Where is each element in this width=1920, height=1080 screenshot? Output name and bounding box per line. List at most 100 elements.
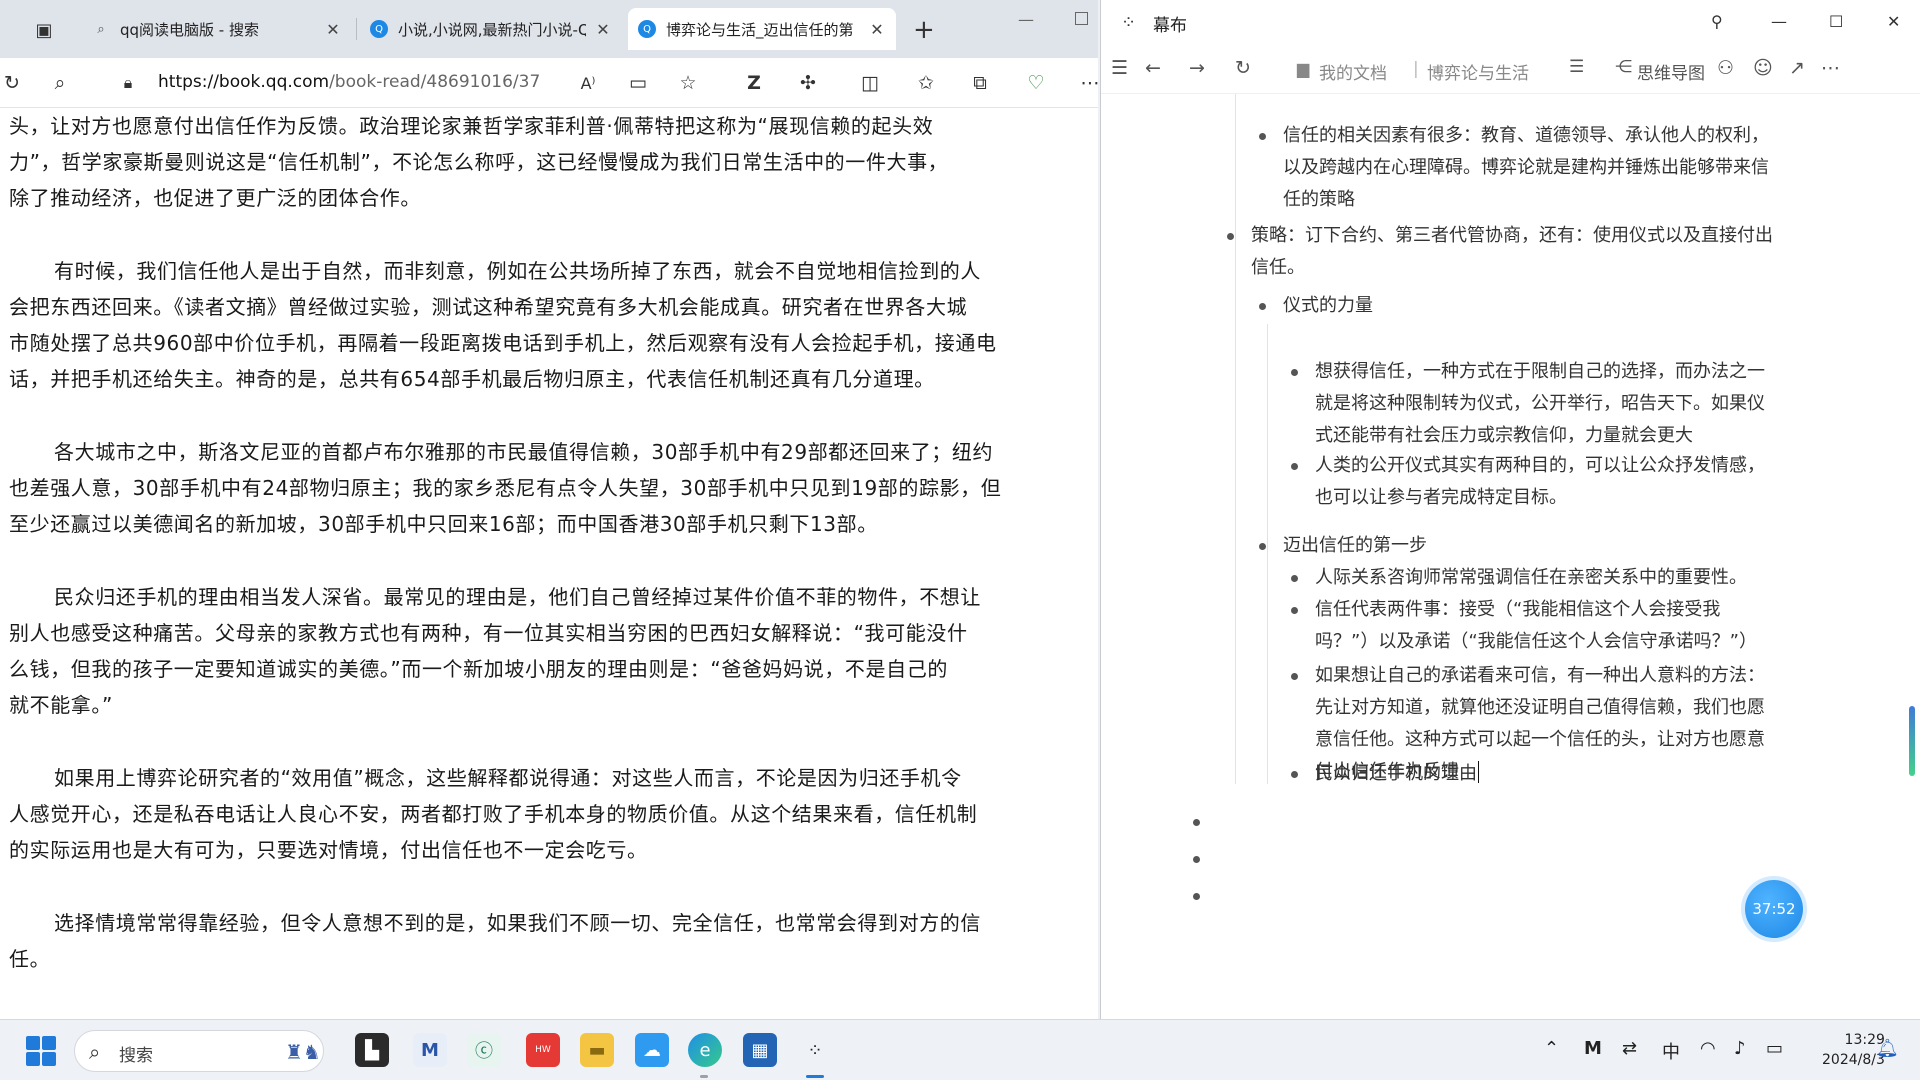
refresh-icon[interactable]: ↻ xyxy=(1235,57,1251,79)
more-menu-icon[interactable]: ⋯ xyxy=(1078,71,1099,95)
pomodoro-timer[interactable]: 37:52 xyxy=(1745,880,1803,938)
reader-text-line: 各大城市之中，斯洛文尼亚的首都卢布尔雅那的市民最值得信赖，30部手机中有29部都… xyxy=(54,440,994,464)
mubu-taskbar-icon[interactable]: ⁘ xyxy=(798,1033,832,1067)
outline-empty-bullet[interactable] xyxy=(1193,819,1200,826)
outline-item-text[interactable]: 信任代表两件事：接受（“我能相信这个人会接受我 xyxy=(1315,594,1720,626)
app-cloud-icon[interactable]: ☁ xyxy=(635,1033,669,1067)
outline-item-text[interactable]: 信任。 xyxy=(1251,252,1305,284)
close-icon[interactable]: ✕ xyxy=(1887,12,1900,31)
refresh-icon[interactable]: ↻ xyxy=(0,71,24,95)
lock-icon[interactable]: 🔒︎ xyxy=(116,71,140,95)
notification-bell-icon[interactable]: 🔔︎ xyxy=(1876,1038,1899,1059)
ime-indicator[interactable]: 中 xyxy=(1662,1038,1680,1064)
tab-search[interactable]: ⌕ qq阅读电脑版 - 搜索 ✕ xyxy=(82,8,352,50)
outline-bullet[interactable] xyxy=(1291,575,1298,582)
outline-bullet[interactable] xyxy=(1291,771,1298,778)
file-explorer-icon[interactable]: ▬ xyxy=(580,1033,614,1067)
favorites-icon[interactable]: ✩ xyxy=(914,71,938,95)
outline-bullet[interactable] xyxy=(1259,543,1266,550)
minimize-icon[interactable]: — xyxy=(1771,12,1787,31)
scrollbar-thumb[interactable] xyxy=(1909,706,1915,776)
close-icon[interactable]: ✕ xyxy=(594,20,612,39)
outline-item-text[interactable]: 如果想让自己的承诺看来可信，有一种出人意料的方法： xyxy=(1315,660,1765,692)
taskbar: ⌕ 搜索 ♜♞ ▙ M ⓒ HW ▬ ☁ e ▦ ⁘ ⌃ M ⇄ 中 ◠ ♪ ▭… xyxy=(0,1019,1920,1080)
outline-bullet[interactable] xyxy=(1291,463,1298,470)
collaborate-icon[interactable]: ⚇ xyxy=(1717,57,1734,79)
close-icon[interactable]: ✕ xyxy=(868,20,886,39)
outline-item-text[interactable]: 就是将这种限制转为仪式，公开举行，昭告天下。如果仪 xyxy=(1315,388,1765,420)
outline-item-text[interactable]: 想获得信任，一种方式在于限制自己的选择，而办法之一 xyxy=(1315,356,1765,388)
outline-bullet[interactable] xyxy=(1291,607,1298,614)
mindmap-button[interactable]: 思维导图 xyxy=(1637,59,1705,84)
forward-arrow-icon[interactable]: → xyxy=(1189,57,1205,79)
outline-item-text[interactable]: 式还能带有社会压力或宗教信仰，力量就会更大 xyxy=(1315,420,1693,452)
outline-empty-bullet[interactable] xyxy=(1193,893,1200,900)
breadcrumb-doc[interactable]: 博弈论与生活 xyxy=(1427,59,1529,84)
outline-item-text[interactable]: 信任的相关因素有很多：教育、道德领导、承认他人的权利， xyxy=(1283,120,1769,152)
outline-bullet[interactable] xyxy=(1227,233,1234,240)
tray-sync-icon[interactable]: ⇄ xyxy=(1622,1038,1637,1059)
search-icon[interactable]: ⌕ xyxy=(48,71,72,95)
taskbar-search-box[interactable]: ⌕ 搜索 ♜♞ xyxy=(74,1030,324,1072)
back-arrow-icon[interactable]: ← xyxy=(1145,57,1161,79)
outline-item-text[interactable]: 吗？”）以及承诺（“我能信任这个人会信守承诺吗？”） xyxy=(1315,626,1757,658)
outline-format-icon[interactable]: ☰ xyxy=(1569,57,1584,77)
outline-item-text[interactable]: 先让对方知道，就算他还没证明自己值得信赖，我们也愿 xyxy=(1315,692,1765,724)
address-bar[interactable]: https://book.qq.com/book-read/48691016/3… xyxy=(158,72,540,92)
app-m-icon[interactable]: M xyxy=(413,1033,447,1067)
outline-item-text[interactable]: 也可以让参与者完成特定目标。 xyxy=(1315,482,1567,514)
extensions-icon[interactable]: ✣ xyxy=(796,71,820,95)
outline-bullet[interactable] xyxy=(1259,303,1266,310)
url-host: https://book.qq.com xyxy=(158,72,330,92)
minimize-icon[interactable]: — xyxy=(1018,10,1034,29)
mindmap-icon[interactable]: ⋲ xyxy=(1615,57,1632,77)
read-aloud-icon[interactable]: A⁾ xyxy=(576,71,600,95)
reader-text-line: 的实际运用也是大有可为，只要选对情境，付出信任也不一定会吃亏。 xyxy=(9,838,648,862)
collections-icon[interactable]: ⧉ xyxy=(968,71,992,95)
close-icon[interactable]: ✕ xyxy=(324,20,342,39)
outline-item-text[interactable]: 任的策略 xyxy=(1283,184,1355,216)
maximize-icon[interactable]: ☐ xyxy=(1829,12,1843,31)
outline-item-text[interactable]: 迈出信任的第一步 xyxy=(1283,530,1427,562)
tab-novel-site[interactable]: Q 小说,小说网,最新热门小说-Q ✕ xyxy=(360,8,622,50)
new-tab-icon[interactable]: + xyxy=(913,15,935,45)
pin-icon[interactable]: ⚲ xyxy=(1711,12,1723,31)
maximize-icon[interactable] xyxy=(1075,12,1088,25)
outline-item-text[interactable]: 以及跨越内在心理障碍。博弈论就是建构并锤炼出能够带来信 xyxy=(1283,152,1769,184)
more-menu-icon[interactable]: ⋯ xyxy=(1821,57,1840,79)
wifi-icon[interactable]: ◠ xyxy=(1700,1038,1716,1059)
outline-bullet[interactable] xyxy=(1291,673,1298,680)
outline-item-text[interactable]: 意信任他。这种方式可以起一个信任的头，让对方也愿意 xyxy=(1315,724,1765,756)
volume-icon[interactable]: ♪ xyxy=(1734,1038,1746,1059)
extension-z-icon[interactable]: Z xyxy=(742,71,766,95)
breadcrumb-root[interactable]: 我的文档 xyxy=(1319,59,1387,84)
app-terminal-icon[interactable]: ▙ xyxy=(355,1033,389,1067)
reader-text-line: 民众归还手机的理由相当发人深省。最常见的理由是，他们自己曾经掉过某件价值不菲的物… xyxy=(54,585,981,609)
microsoft-store-icon[interactable]: ▦ xyxy=(743,1033,777,1067)
favorite-star-icon[interactable]: ☆ xyxy=(676,71,700,95)
outline-bullet[interactable] xyxy=(1259,133,1266,140)
edge-browser-icon[interactable]: e xyxy=(688,1033,722,1067)
app-huawei-icon[interactable]: HW xyxy=(526,1033,560,1067)
app-browser-shield-icon[interactable]: ⓒ xyxy=(467,1033,501,1067)
show-hidden-icons-icon[interactable]: ⌃ xyxy=(1544,1038,1559,1059)
outline-bullet[interactable] xyxy=(1291,369,1298,376)
outline-item-text[interactable]: 仪式的力量 xyxy=(1283,290,1373,322)
windows-start-icon[interactable] xyxy=(26,1036,56,1066)
immersive-reader-icon[interactable]: ▭ xyxy=(626,71,650,95)
outline-item-text[interactable]: 策略：订下合约、第三者代管协商，还有：使用仪式以及直接付出 xyxy=(1251,220,1773,252)
tab-actions-icon[interactable]: ▣ xyxy=(30,16,58,44)
outline-empty-bullet[interactable] xyxy=(1193,856,1200,863)
browser-essentials-icon[interactable]: ♡ xyxy=(1024,71,1048,95)
mubu-logo-icon: ⁘ xyxy=(1121,12,1137,33)
split-screen-icon[interactable]: ◫ xyxy=(858,71,882,95)
export-icon[interactable]: ↗ xyxy=(1789,57,1805,79)
tray-m-icon[interactable]: M xyxy=(1584,1038,1602,1059)
outline-item-text[interactable]: 民众归还手机的理由 xyxy=(1315,758,1479,790)
tab-current-book[interactable]: Q 博弈论与生活_迈出信任的第 ✕ xyxy=(628,8,896,50)
battery-icon[interactable]: ▭ xyxy=(1766,1038,1783,1059)
share-user-icon[interactable]: ☺ xyxy=(1753,57,1773,79)
outline-item-text[interactable]: 人际关系咨询师常常强调信任在亲密关系中的重要性。 xyxy=(1315,562,1747,594)
menu-icon[interactable]: ☰ xyxy=(1111,57,1128,79)
outline-item-text[interactable]: 人类的公开仪式其实有两种目的，可以让公众抒发情感， xyxy=(1315,450,1765,482)
